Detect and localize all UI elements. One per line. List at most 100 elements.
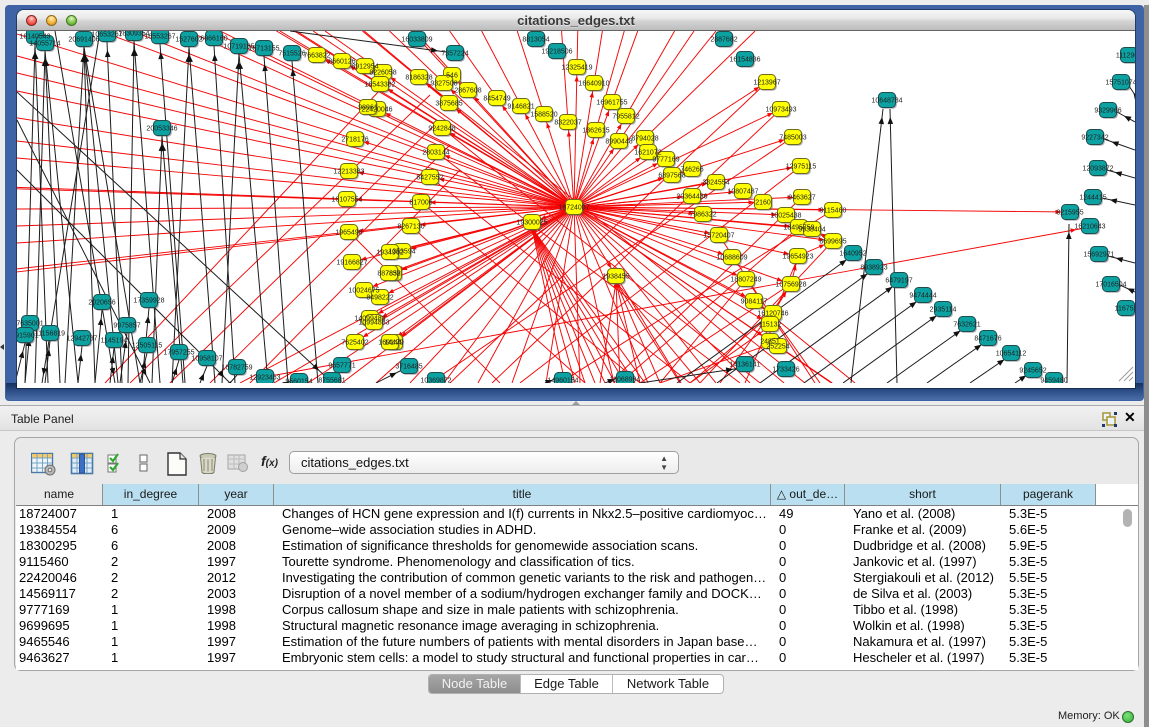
svg-text:12923463: 12923463: [249, 375, 280, 382]
svg-text:15720407: 15720407: [703, 233, 734, 240]
svg-text:14055714: 14055714: [29, 41, 60, 48]
svg-text:18724007: 18724007: [558, 205, 589, 212]
svg-text:16543382: 16543382: [364, 82, 395, 89]
svg-text:16033809: 16033809: [401, 37, 432, 44]
svg-text:8454749: 8454749: [483, 96, 510, 103]
svg-text:252254: 252254: [766, 344, 789, 351]
svg-text:7986322: 7986322: [689, 212, 716, 219]
svg-text:9459480: 9459480: [1040, 378, 1067, 384]
svg-text:115132: 115132: [759, 322, 782, 329]
svg-text:10024675: 10024675: [348, 288, 379, 295]
svg-text:2887682: 2887682: [710, 37, 737, 44]
svg-text:6479197: 6479197: [885, 278, 912, 285]
svg-text:17016504: 17016504: [1095, 282, 1126, 289]
svg-text:10025438: 10025438: [770, 213, 801, 220]
svg-text:11156819: 11156819: [35, 331, 65, 338]
svg-text:10807487: 10807487: [727, 189, 758, 196]
svg-text:1145194: 1145194: [101, 338, 128, 345]
svg-text:16120746: 16120746: [757, 311, 788, 318]
svg-text:15751074: 15751074: [1105, 80, 1135, 87]
svg-text:3875685: 3875685: [435, 101, 462, 108]
svg-text:12505115: 12505115: [132, 343, 163, 350]
svg-text:7625402: 7625402: [341, 340, 368, 347]
svg-text:8498222: 8498222: [366, 295, 393, 302]
svg-text:887833: 887833: [377, 271, 400, 278]
svg-text:15692971: 15692971: [1083, 252, 1114, 259]
svg-text:10688609: 10688609: [716, 255, 747, 262]
svg-text:16553267: 16553267: [144, 34, 175, 41]
svg-text:7955812: 7955812: [612, 114, 639, 121]
svg-text:6966160: 6966160: [200, 36, 227, 43]
svg-text:10756928: 10756928: [775, 282, 806, 289]
svg-text:8938923: 8938923: [860, 265, 887, 272]
svg-text:8755681: 8755681: [318, 378, 345, 384]
svg-text:169144: 169144: [378, 340, 401, 347]
svg-text:16713155: 16713155: [248, 46, 279, 53]
svg-text:8215955: 8215955: [1056, 210, 1083, 217]
svg-text:2020656: 2020656: [88, 300, 115, 307]
svg-text:7357224: 7357224: [441, 51, 468, 58]
svg-text:2935114: 2935114: [930, 307, 957, 314]
svg-text:11068994: 11068994: [610, 377, 641, 384]
svg-text:546: 546: [446, 73, 458, 80]
svg-text:1527602: 1527602: [175, 37, 202, 44]
svg-text:7485003: 7485003: [779, 135, 806, 142]
svg-text:9146821: 9146821: [507, 104, 534, 111]
svg-text:9245652: 9245652: [1019, 368, 1046, 375]
svg-text:2718176: 2718176: [341, 137, 368, 144]
svg-text:17359928: 17359928: [133, 298, 164, 305]
svg-text:7515526: 7515526: [278, 51, 305, 58]
svg-text:9474444: 9474444: [909, 293, 936, 300]
svg-text:1244415: 1244415: [1079, 195, 1106, 202]
svg-text:16140543: 16140543: [19, 34, 50, 41]
svg-text:1733426: 1733426: [772, 367, 799, 374]
svg-text:1621072: 1621072: [634, 150, 661, 157]
svg-text:1588520: 1588520: [530, 112, 557, 119]
svg-text:16961755: 16961755: [596, 100, 627, 107]
svg-text:8471676: 8471676: [974, 336, 1001, 343]
svg-text:3716485: 3716485: [395, 364, 422, 371]
svg-text:817006: 817006: [409, 200, 432, 207]
svg-text:8322037: 8322037: [554, 120, 581, 127]
svg-text:19300025: 19300025: [516, 220, 547, 227]
svg-text:18807249: 18807249: [730, 277, 761, 284]
svg-text:12975115: 12975115: [786, 164, 817, 171]
svg-text:8226058: 8226058: [369, 70, 396, 77]
svg-text:17957255: 17957255: [163, 350, 194, 357]
svg-text:10994883: 10994883: [358, 320, 389, 327]
svg-text:9657771: 9657771: [328, 363, 355, 370]
svg-text:16782759: 16782759: [221, 365, 252, 372]
svg-text:1938455: 1938455: [602, 274, 629, 281]
svg-text:8427552: 8427552: [416, 175, 443, 182]
svg-text:14960154: 14960154: [547, 378, 578, 384]
svg-text:8990448: 8990448: [605, 139, 632, 146]
svg-text:9463627: 9463627: [788, 195, 815, 202]
svg-text:16107554: 16107554: [331, 197, 362, 204]
svg-text:19166827: 19166827: [336, 260, 367, 267]
svg-text:9560154: 9560154: [285, 379, 312, 384]
svg-text:1213967: 1213967: [753, 80, 780, 87]
svg-text:1112904: 1112904: [1116, 53, 1135, 60]
svg-text:12942737: 12942737: [66, 336, 97, 343]
svg-text:12093872: 12093872: [1082, 166, 1113, 173]
svg-text:9938404: 9938404: [798, 227, 825, 234]
svg-text:8267130: 8267130: [397, 224, 424, 231]
svg-text:8794028: 8794028: [631, 136, 658, 143]
svg-text:116753: 116753: [1115, 306, 1135, 313]
svg-text:1362615: 1362615: [582, 128, 609, 135]
svg-text:6897568: 6897568: [658, 173, 685, 180]
svg-text:9975857: 9975857: [113, 323, 140, 330]
svg-text:8186328: 8186328: [405, 75, 432, 82]
svg-text:2867608: 2867608: [454, 88, 481, 95]
svg-text:10973493: 10973493: [765, 107, 796, 114]
svg-text:9327508: 9327508: [430, 81, 457, 88]
svg-text:8699695: 8699695: [819, 239, 846, 246]
svg-text:9777169: 9777169: [652, 157, 679, 164]
svg-text:19654923: 19654923: [782, 254, 813, 261]
svg-text:16154836: 16154836: [729, 57, 760, 64]
svg-text:2160: 2160: [755, 200, 771, 207]
svg-text:1934962: 1934962: [376, 250, 403, 257]
svg-text:12325419: 12325419: [561, 65, 592, 72]
svg-text:8813054: 8813054: [522, 37, 549, 44]
svg-text:10958107: 10958107: [191, 356, 222, 363]
